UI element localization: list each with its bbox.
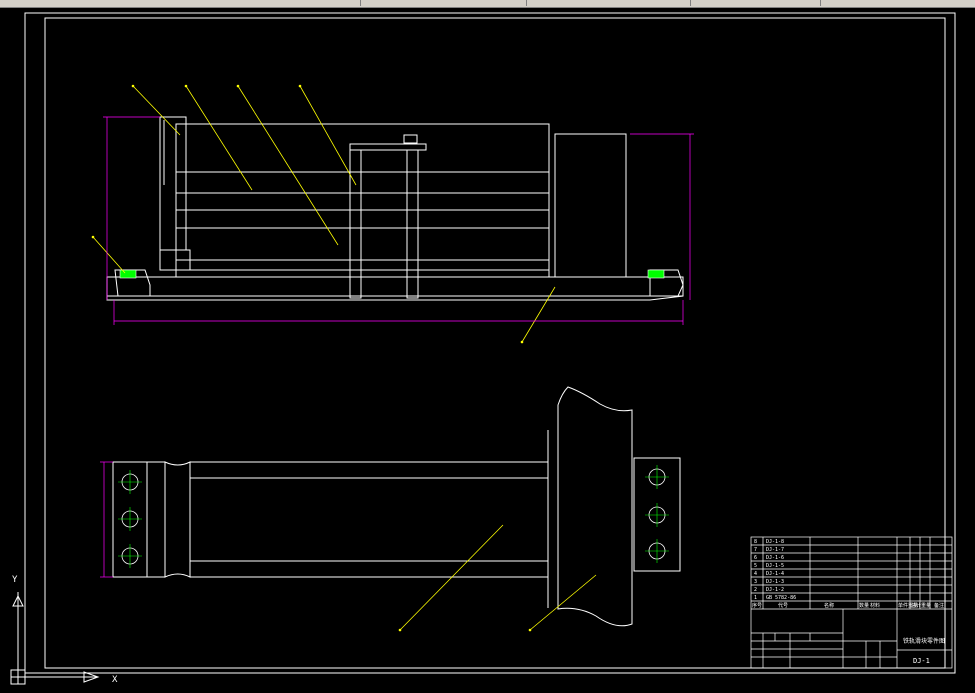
part-no: 3 bbox=[754, 579, 757, 585]
header-cell: 名称 bbox=[824, 602, 834, 609]
part-no: 4 bbox=[754, 571, 757, 577]
front-view bbox=[106, 116, 684, 301]
part-no: 5 bbox=[754, 563, 757, 569]
toolbar-segment[interactable] bbox=[825, 0, 975, 6]
part-code: DJ-1-7 bbox=[766, 547, 784, 553]
part-code: DJ-1-2 bbox=[766, 587, 784, 593]
front-view-balloons bbox=[91, 84, 524, 344]
plan-view-centerlines bbox=[118, 465, 669, 568]
plan-view bbox=[112, 386, 681, 627]
front-view-dimensions bbox=[103, 116, 694, 325]
header-cell: 数量 bbox=[859, 602, 869, 609]
part-code: GB 5782-86 bbox=[766, 595, 796, 601]
toolbar-segment[interactable] bbox=[695, 0, 821, 6]
toolbar-segment[interactable] bbox=[530, 0, 691, 6]
plan-view-dimensions bbox=[100, 461, 113, 578]
toolbar-segment[interactable] bbox=[368, 0, 527, 6]
drawing-code: DJ-1 bbox=[913, 657, 930, 665]
ucs-x-label: X bbox=[112, 675, 118, 685]
plan-view-balloons bbox=[398, 628, 532, 632]
part-code: DJ-1-6 bbox=[766, 555, 784, 561]
part-code: DJ-1-4 bbox=[766, 571, 784, 577]
ucs-icon bbox=[10, 592, 100, 685]
title-block-parts-list: 8 DJ-1-8 7 DJ-1-7 6 DJ-1-6 5 DJ-1-5 4 DJ… bbox=[752, 539, 944, 609]
header-cell: 序号 bbox=[752, 602, 762, 609]
part-no: 8 bbox=[754, 539, 757, 545]
drawing-title: 铁轨滑块零件图 bbox=[903, 637, 945, 645]
ucs-y-label: Y bbox=[12, 575, 18, 585]
part-no: 2 bbox=[754, 587, 757, 593]
part-code: DJ-1-3 bbox=[766, 579, 784, 585]
header-cell: 材料 bbox=[870, 602, 880, 609]
part-no: 6 bbox=[754, 555, 757, 561]
part-code: DJ-1-8 bbox=[766, 539, 784, 545]
header-cell: 代号 bbox=[778, 602, 788, 609]
part-no: 1 bbox=[754, 595, 757, 601]
toolbar-segment[interactable] bbox=[0, 0, 361, 6]
part-no: 7 bbox=[754, 547, 757, 553]
part-code: DJ-1-5 bbox=[766, 563, 784, 569]
header-cell: 总计重量 bbox=[911, 602, 931, 609]
cad-drawing-canvas[interactable]: 8 DJ-1-8 7 DJ-1-7 6 DJ-1-6 5 DJ-1-5 4 DJ… bbox=[0, 7, 975, 693]
header-cell: 备注 bbox=[934, 602, 944, 609]
plan-view-bolts bbox=[121, 468, 666, 565]
